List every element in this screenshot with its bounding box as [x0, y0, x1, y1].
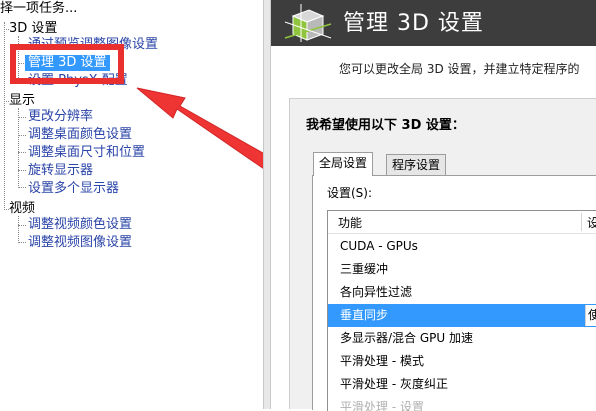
feature-row-antialiasing-gamma[interactable]: 平滑处理 - 灰度纠正: [328, 373, 596, 396]
tab-global-settings[interactable]: 全局设置: [313, 152, 374, 176]
feature-name: 垂直同步: [340, 308, 389, 322]
list-header: 功能 设: [328, 211, 596, 234]
settings-group-panel: 我希望使用以下 3D 设置： 全局设置 程序设置 设置(S): 功能 设 CUD…: [289, 98, 596, 411]
tab-program-settings[interactable]: 程序设置: [386, 154, 447, 175]
feature-name: 三重缓冲: [340, 262, 389, 276]
tree-line: [18, 152, 26, 153]
tree-line: [18, 216, 19, 243]
page-title: 管理 3D 设置: [343, 11, 484, 36]
tree-category-3d[interactable]: 3D 设置: [9, 21, 57, 37]
tree-line: [18, 135, 26, 136]
feature-row-cuda[interactable]: CUDA - GPUs: [328, 235, 596, 258]
tree-line: [18, 242, 26, 243]
tree-line: [18, 225, 26, 226]
tree-item-desktop-size-position[interactable]: 调整桌面尺寸和位置: [28, 145, 145, 161]
feature-row-anisotropic-filtering[interactable]: 各向异性过滤: [328, 281, 596, 304]
tree-item-change-resolution[interactable]: 更改分辨率: [28, 109, 93, 125]
feature-value-dropdown[interactable]: 使: [585, 305, 596, 326]
tree-category-display[interactable]: 显示: [9, 93, 35, 109]
feature-row-antialiasing-mode[interactable]: 平滑处理 - 模式: [328, 350, 596, 373]
content-pane: 管理 3D 设置 您可以更改全局 3D 设置，并建立特定程序的 我希望使用以下 …: [271, 0, 596, 411]
feature-row-multi-display-gpu[interactable]: 多显示器/混合 GPU 加速: [328, 327, 596, 350]
tree-item-desktop-color[interactable]: 调整桌面颜色设置: [28, 127, 132, 143]
task-tree-panel: 择一项任务... 3D 设置 显示 视频 通过预览调整图像设置 管理 3D 设置…: [0, 0, 263, 409]
page-description: 您可以更改全局 3D 设置，并建立特定程序的: [339, 62, 580, 76]
pane-splitter[interactable]: [263, 0, 271, 409]
page-header: 管理 3D 设置: [271, 0, 596, 46]
tree-item-rotate-display[interactable]: 旋转显示器: [28, 163, 93, 179]
feature-row-vertical-sync[interactable]: 垂直同步 使: [328, 304, 596, 327]
column-divider[interactable]: [581, 213, 582, 231]
feature-name: 平滑处理 - 模式: [340, 354, 424, 368]
tree-line: [18, 187, 26, 188]
nvidia-3d-cube-icon: [284, 4, 332, 42]
tree-category-video[interactable]: 视频: [9, 201, 35, 217]
feature-name: 各向异性过滤: [340, 285, 413, 299]
tree-line: [18, 170, 26, 171]
feature-row-triple-buffering[interactable]: 三重缓冲: [328, 258, 596, 281]
tree-item-multiple-displays[interactable]: 设置多个显示器: [28, 181, 119, 197]
feature-name: 平滑处理 - 灰度纠正: [340, 377, 448, 391]
tree-item-video-color[interactable]: 调整视频颜色设置: [28, 217, 132, 233]
column-header-setting[interactable]: 设: [587, 214, 596, 231]
feature-name: 多显示器/混合 GPU 加速: [340, 331, 473, 345]
tree-item-video-image[interactable]: 调整视频图像设置: [28, 235, 132, 251]
tree-line: [18, 117, 26, 118]
tree-line: [18, 108, 19, 188]
settings-heading: 我希望使用以下 3D 设置：: [306, 118, 465, 133]
feature-settings-list[interactable]: 功能 设 CUDA - GPUs 三重缓冲 各向异性过滤 垂直同步 使: [327, 210, 596, 411]
column-header-feature[interactable]: 功能: [338, 214, 362, 231]
feature-name: CUDA - GPUs: [340, 239, 418, 253]
tree-line: [4, 22, 5, 210]
settings-list-label: 设置(S):: [327, 186, 373, 200]
highlight-callout-box: [10, 44, 124, 84]
task-panel-title: 择一项任务...: [0, 1, 78, 16]
tab-page-global: 设置(S): 功能 设 CUDA - GPUs 三重缓冲 各向异性过滤 垂直同: [312, 175, 596, 411]
